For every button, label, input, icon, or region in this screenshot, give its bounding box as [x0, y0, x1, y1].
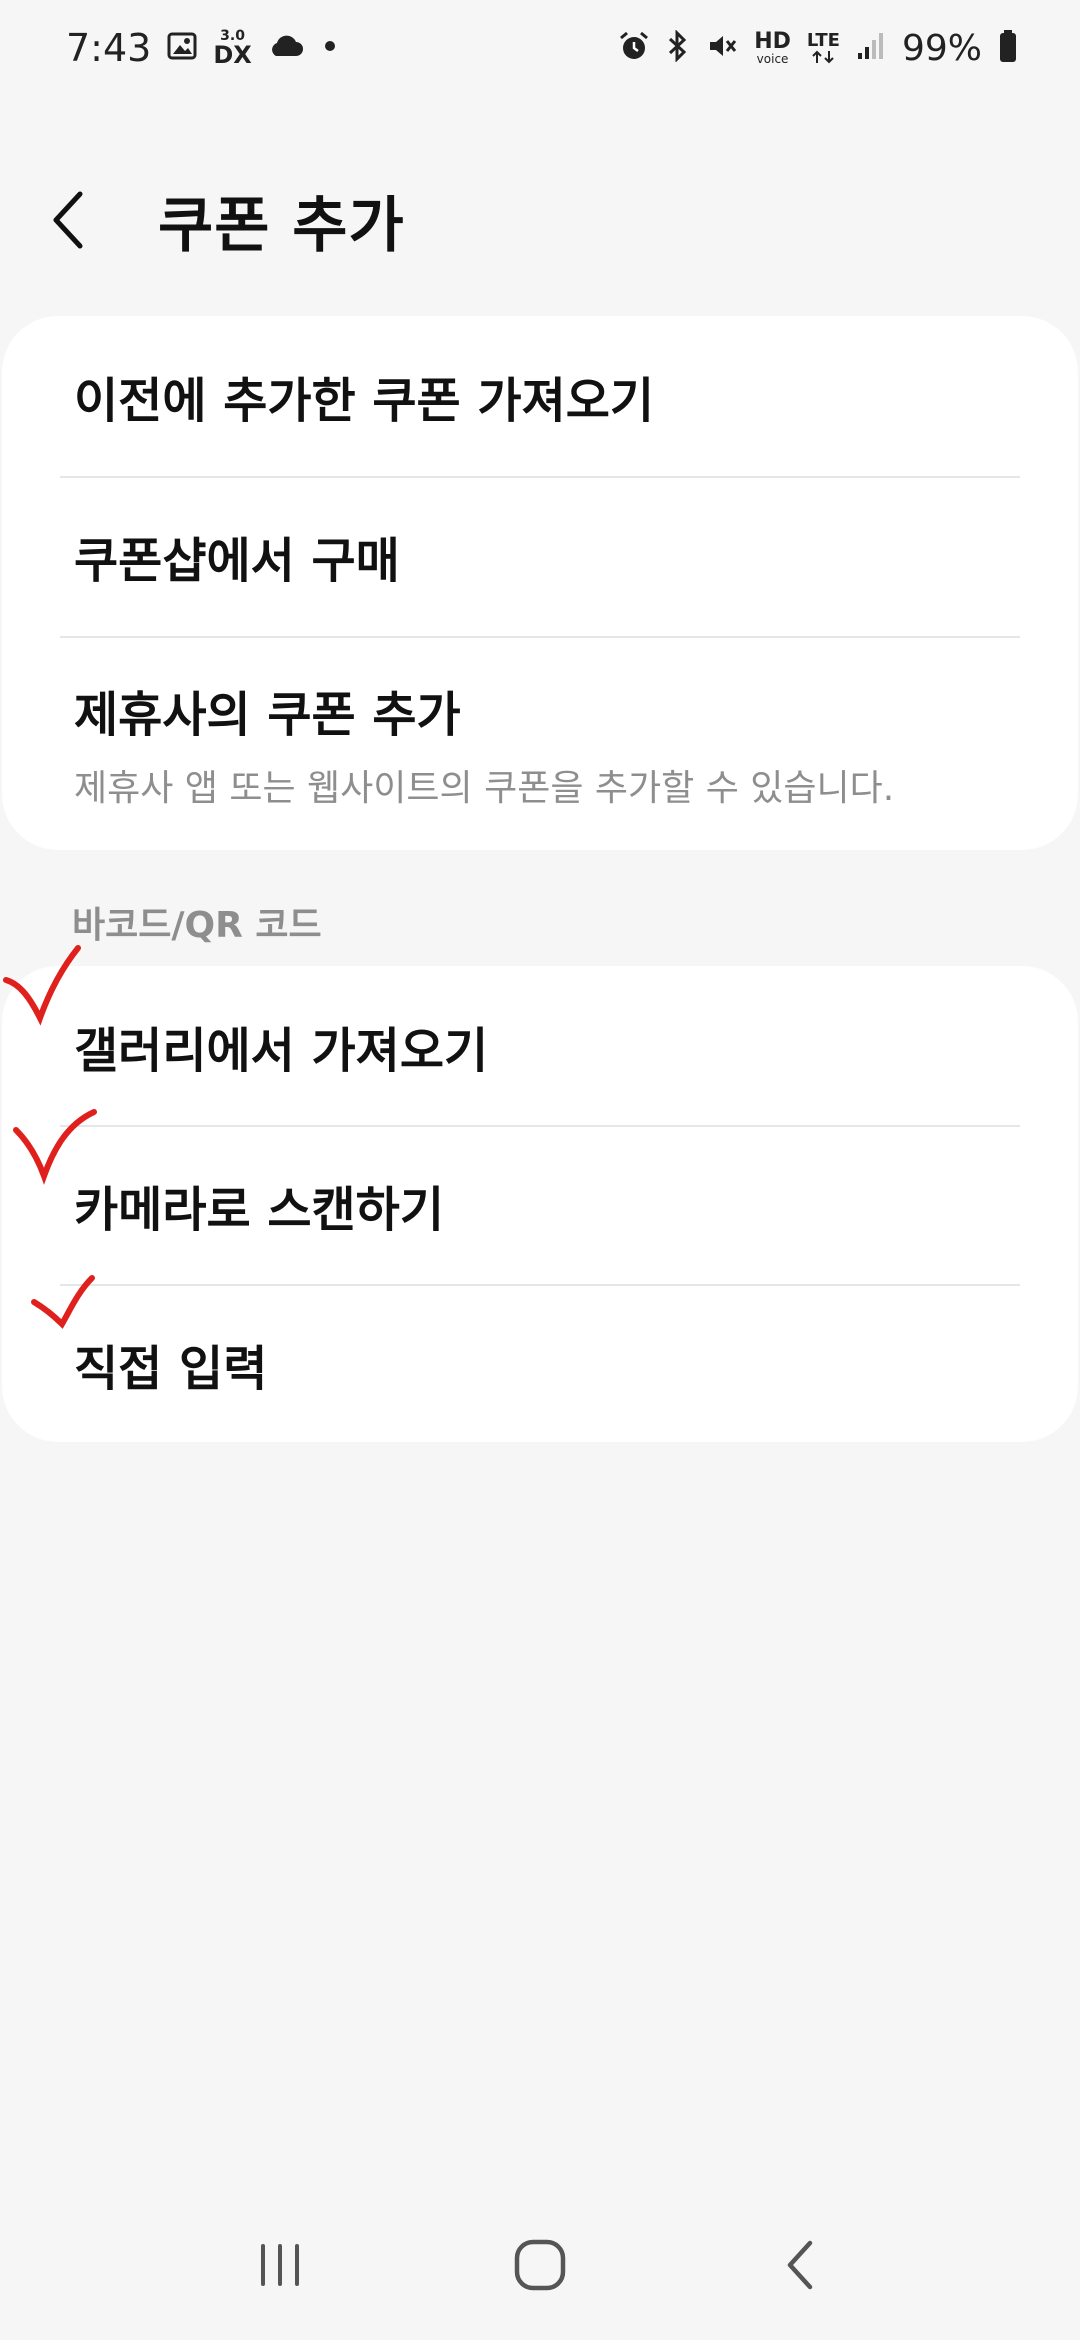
recent-apps-icon — [261, 2244, 299, 2286]
gallery-icon — [167, 31, 197, 65]
chevron-left-icon — [53, 191, 83, 249]
battery-percent: 99% — [901, 27, 982, 69]
hd-label: HD — [754, 29, 791, 54]
dot-icon — [320, 36, 340, 60]
status-bar: 7:43 3.0 DX HD voice LTE 99% — [0, 0, 1080, 96]
item-title: 이전에 추가한 쿠폰 가져오기 — [74, 373, 655, 429]
hd-voice-icon: HD voice — [754, 29, 791, 66]
import-from-gallery-item[interactable]: 갤러리에서 가져오기 — [2, 966, 1078, 1125]
barcode-card: 갤러리에서 가져오기 카메라로 스캔하기 직접 입력 — [2, 966, 1078, 1442]
scan-with-camera-item[interactable]: 카메라로 스캔하기 — [2, 1125, 1078, 1284]
buy-from-coupon-shop-item[interactable]: 쿠폰샵에서 구매 — [2, 476, 1078, 636]
app-bar: 쿠폰 추가 — [0, 160, 1080, 280]
battery-icon — [998, 29, 1018, 67]
screen: 7:43 3.0 DX HD voice LTE 99% 쿠폰 추가 이전에 추… — [0, 0, 1080, 2340]
page-title: 쿠폰 추가 — [158, 190, 405, 261]
back-button[interactable] — [48, 160, 158, 280]
recent-apps-button[interactable] — [220, 2205, 340, 2325]
check-mark-icon — [31, 1275, 95, 1329]
cloud-icon — [268, 34, 304, 62]
mute-icon — [706, 30, 738, 66]
item-subtitle: 제휴사 앱 또는 웹사이트의 쿠폰을 추가할 수 있습니다. — [74, 768, 895, 809]
bluetooth-icon — [666, 29, 690, 66]
back-icon — [787, 2240, 813, 2290]
item-title: 쿠폰샵에서 구매 — [74, 533, 400, 589]
back-nav-button[interactable] — [740, 2205, 860, 2325]
add-partner-coupon-item[interactable]: 제휴사의 쿠폰 추가 제휴사 앱 또는 웹사이트의 쿠폰을 추가할 수 있습니다… — [2, 636, 1078, 850]
dex-label: DX — [213, 41, 252, 69]
manual-entry-item[interactable]: 직접 입력 — [2, 1284, 1078, 1443]
item-title: 직접 입력 — [74, 1340, 268, 1397]
item-title: 제휴사의 쿠폰 추가 — [74, 687, 461, 743]
coupon-source-card: 이전에 추가한 쿠폰 가져오기 쿠폰샵에서 구매 제휴사의 쿠폰 추가 제휴사 … — [2, 316, 1078, 850]
check-mark-icon — [3, 945, 81, 1026]
clock: 7:43 — [66, 26, 152, 70]
status-right: HD voice LTE 99% — [618, 28, 1018, 69]
home-icon — [514, 2239, 566, 2291]
status-left: 7:43 3.0 DX — [66, 26, 340, 70]
lte-icon: LTE — [807, 32, 840, 64]
item-title: 카메라로 스캔하기 — [74, 1181, 444, 1238]
dex-icon: 3.0 DX — [213, 29, 251, 67]
signal-icon — [856, 31, 886, 65]
lte-label: LTE — [806, 30, 840, 51]
check-mark-icon — [13, 1109, 97, 1185]
import-previous-coupons-item[interactable]: 이전에 추가한 쿠폰 가져오기 — [2, 316, 1078, 476]
alarm-icon — [618, 30, 650, 66]
section-header-barcode: 바코드/QR 코드 — [72, 905, 322, 946]
home-button[interactable] — [480, 2205, 600, 2325]
navigation-bar — [0, 2190, 1080, 2340]
voice-label: voice — [756, 52, 789, 66]
item-title: 갤러리에서 가져오기 — [74, 1022, 489, 1079]
